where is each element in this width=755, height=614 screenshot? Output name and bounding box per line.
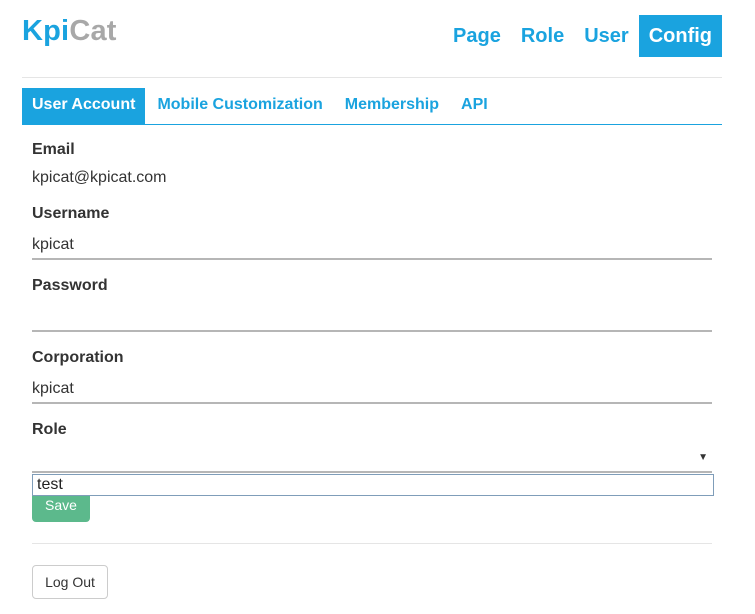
logo-text-cat: Cat [69, 15, 117, 47]
corporation-label: Corporation [32, 349, 124, 366]
role-select[interactable]: ▼ [32, 449, 712, 473]
tab-api[interactable]: API [451, 88, 498, 124]
corporation-input[interactable] [32, 376, 712, 404]
email-label: Email [32, 141, 75, 158]
log-out-button[interactable]: Log Out [32, 565, 108, 599]
footer-divider [32, 543, 712, 544]
tab-user-account[interactable]: User Account [22, 88, 146, 124]
app-logo[interactable]: KpiCat [22, 15, 117, 48]
tab-mobile-customization[interactable]: Mobile Customization [147, 88, 332, 124]
config-tabs: User Account Mobile Customization Member… [22, 88, 722, 125]
username-label: Username [32, 205, 110, 222]
save-button[interactable]: Save [32, 496, 90, 522]
username-input[interactable] [32, 232, 712, 260]
header-divider [22, 77, 722, 78]
nav-role[interactable]: Role [511, 15, 574, 57]
password-input[interactable] [32, 304, 712, 332]
dropdown-arrow-icon[interactable]: ▼ [698, 452, 708, 463]
nav-page[interactable]: Page [443, 15, 511, 57]
nav-config[interactable]: Config [638, 15, 722, 57]
role-option-test[interactable]: test [32, 474, 714, 496]
role-label: Role [32, 421, 67, 438]
email-value: kpicat@kpicat.com [32, 169, 167, 186]
top-nav: Page Role User Config [443, 15, 722, 57]
nav-user[interactable]: User [574, 15, 638, 57]
logo-text-kpi: Kpi [22, 15, 70, 47]
password-label: Password [32, 277, 108, 294]
tab-membership[interactable]: Membership [335, 88, 449, 124]
